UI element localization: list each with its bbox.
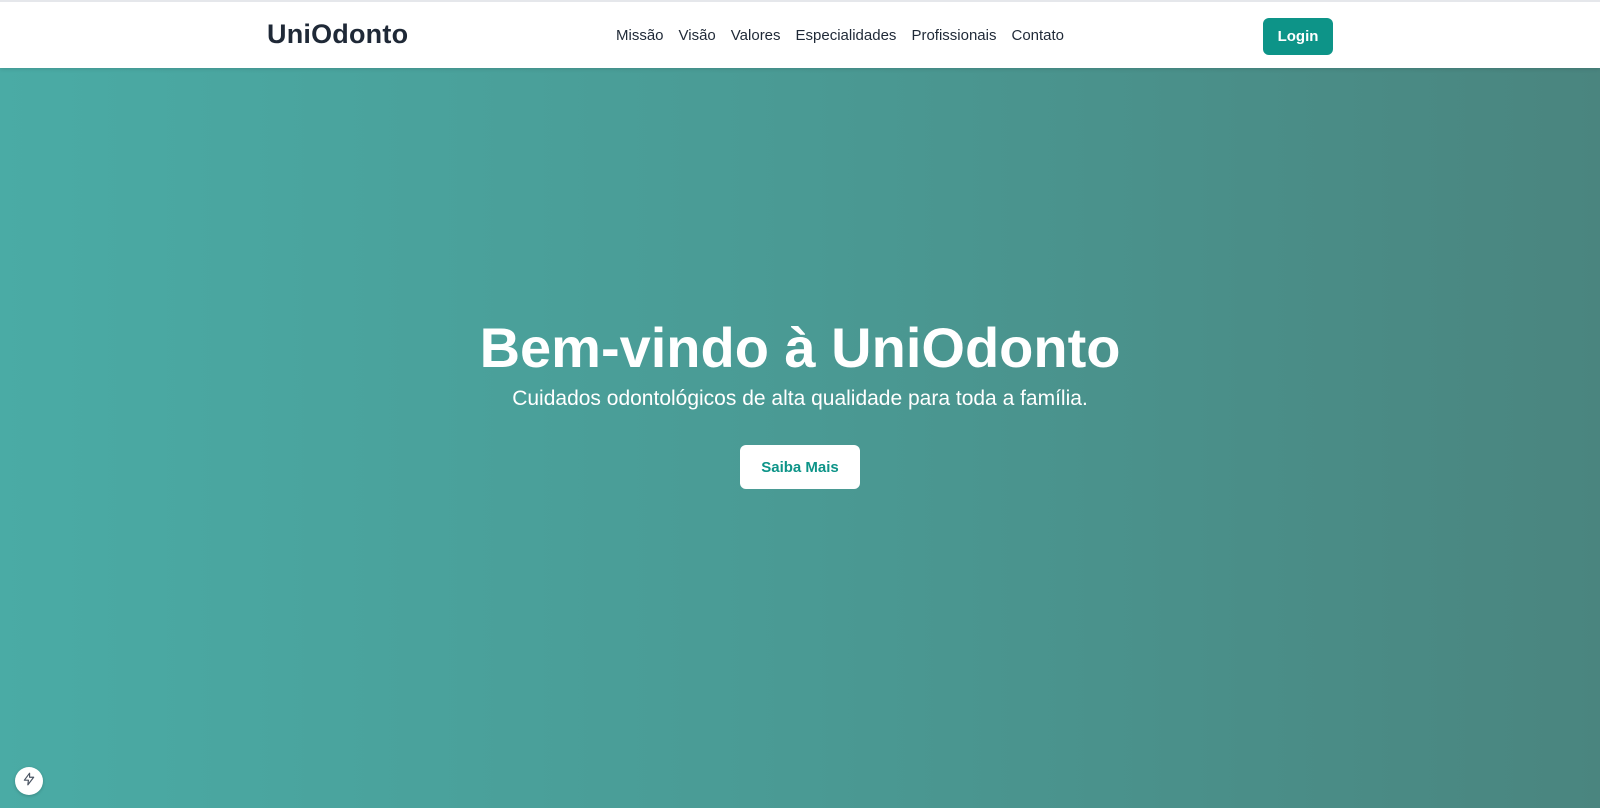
hero-title: Bem-vindo à UniOdonto bbox=[479, 316, 1121, 379]
main-nav: Missão Visão Valores Especialidades Prof… bbox=[616, 26, 1064, 46]
site-header: UniOdonto Missão Visão Valores Especiali… bbox=[0, 0, 1600, 68]
nav-item-missao[interactable]: Missão bbox=[616, 26, 664, 46]
nav-item-profissionais[interactable]: Profissionais bbox=[911, 26, 996, 46]
nav-item-contato[interactable]: Contato bbox=[1011, 26, 1064, 46]
hero-section: Bem-vindo à UniOdonto Cuidados odontológ… bbox=[0, 68, 1600, 808]
floating-bolt-button[interactable] bbox=[15, 767, 43, 795]
nav-item-valores[interactable]: Valores bbox=[731, 26, 781, 46]
hero-subtitle: Cuidados odontológicos de alta qualidade… bbox=[512, 387, 1088, 410]
login-button[interactable]: Login bbox=[1263, 18, 1333, 55]
lightning-bolt-icon bbox=[22, 772, 36, 791]
nav-item-visao[interactable]: Visão bbox=[679, 26, 716, 46]
nav-item-especialidades[interactable]: Especialidades bbox=[796, 26, 897, 46]
site-logo[interactable]: UniOdonto bbox=[267, 19, 408, 50]
saiba-mais-button[interactable]: Saiba Mais bbox=[740, 445, 860, 489]
